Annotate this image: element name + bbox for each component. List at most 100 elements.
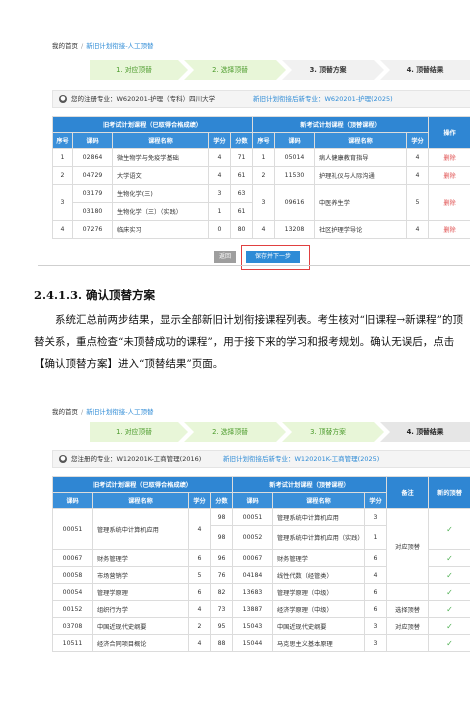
col-header: 序号: [52, 132, 73, 149]
cell: 10511: [52, 634, 93, 652]
cell: 04184: [232, 566, 273, 584]
remark-cell: 对应顶替: [386, 617, 430, 635]
cell: 00051: [232, 508, 273, 526]
cell: 财务管理学: [92, 549, 189, 567]
step-1-label: 1. 对应顶替: [116, 428, 152, 436]
cell: 61: [230, 202, 253, 221]
cell: 4: [406, 148, 429, 167]
col-header: 学分: [406, 132, 429, 149]
step-arrow: [276, 60, 286, 80]
cell: 00067: [52, 549, 93, 567]
cell: 76: [210, 566, 233, 584]
cell: 00054: [52, 583, 93, 601]
cell: 社区护理学导论: [314, 220, 407, 239]
cell: 4: [406, 220, 429, 239]
step-2-label: 2. 选择顶替: [212, 66, 248, 74]
breadcrumb-current[interactable]: 新旧计划衔接-人工顶替: [86, 42, 153, 50]
col-header: 分数: [210, 492, 233, 509]
cell: 0: [208, 220, 231, 239]
delete-link[interactable]: 删除: [428, 166, 470, 185]
cell: 3: [252, 184, 275, 221]
table-row: 2 04729 大学语文 4 61 2 11530 护理礼仪与人际沟通 4 删除: [52, 166, 470, 185]
cell: 4: [52, 220, 73, 239]
new-plan-header: 新考试计划课程（顶替课程）: [252, 116, 429, 133]
check-icon: ✓: [428, 617, 470, 635]
step-arrow: [374, 60, 384, 80]
cell: 护理礼仪与人际沟通: [314, 166, 407, 185]
cell: 2: [52, 166, 73, 185]
section-paragraph: 系统汇总前两步结果，显示全部新旧计划衔接课程列表。考生核对“旧课程→新课程”的顶…: [34, 309, 464, 375]
breadcrumb-home[interactable]: 我的首页: [52, 42, 78, 50]
cell: 00067: [232, 549, 273, 567]
cell: 3: [363, 617, 388, 635]
cell: 95: [210, 617, 233, 635]
major-info-bar: ● 您的注册专业：W620201-护理（专科）四川大学 新旧计划衔接后新专业：W6…: [52, 90, 470, 108]
col-header: 序号: [252, 132, 275, 149]
cell: 4: [188, 508, 211, 550]
operate-header: 操作: [428, 116, 470, 149]
cell: 61: [230, 166, 253, 185]
step-arrow: [178, 60, 188, 80]
cell: 3: [208, 184, 231, 203]
cell: 生物化学(三): [112, 184, 209, 203]
cell: 98: [210, 525, 233, 550]
col-header: 学分: [363, 492, 388, 509]
cell: 04729: [72, 166, 113, 185]
remark-cell: 对应顶替: [386, 508, 430, 584]
table-row: 00152 组织行为学 4 73 13887 经济学原理（中级） 6 选择顶替 …: [52, 600, 470, 618]
check-icon: ✓: [428, 549, 470, 567]
step-arrow: [178, 422, 188, 442]
cell: 6: [188, 583, 211, 601]
breadcrumb-current[interactable]: 新旧计划衔接-人工顶替: [86, 408, 153, 416]
back-button[interactable]: 返回: [214, 251, 236, 263]
cell: 经济学原理（中级）: [272, 600, 365, 618]
step-1-label: 1. 对应顶替: [116, 66, 152, 74]
remark-cell: 选择顶替: [386, 600, 430, 618]
cell: 6: [363, 583, 388, 601]
check-icon: ✓: [428, 508, 470, 550]
cell: 病人健康教育指导: [314, 148, 407, 167]
new-major: 新旧计划衔接后新专业：W120201K-工商管理(2025): [223, 455, 380, 463]
table-row: 3 03179 生物化学(三) 3 63 3 09616 中医养生学 5 删除: [52, 184, 470, 221]
cell: 3: [363, 508, 388, 526]
step-3-label: 3. 顶替方案: [310, 428, 346, 436]
col-header: 课码: [274, 132, 315, 149]
cell: 98: [210, 508, 233, 526]
cell: 09616: [274, 184, 315, 221]
screenshot-border: [38, 265, 470, 266]
step-3: 3. 顶替方案: [282, 422, 384, 442]
cell: 15044: [232, 634, 273, 652]
cell: 线性代数（经管类）: [272, 566, 365, 584]
cell: 00058: [52, 566, 93, 584]
step-1: 1. 对应顶替: [90, 422, 188, 442]
cell: 组织行为学: [92, 600, 189, 618]
cell: 财务管理学: [272, 549, 365, 567]
delete-link[interactable]: 删除: [428, 220, 470, 239]
cell: 1: [52, 148, 73, 167]
col-header: 课码: [72, 132, 113, 149]
remark-cell: [386, 634, 430, 652]
remark-cell: [386, 583, 430, 601]
cell: 中国近现代史纲要: [272, 617, 365, 635]
cell: 13208: [274, 220, 315, 239]
step-arrow: [374, 422, 384, 442]
step-arrow: [276, 422, 286, 442]
cell: 马克思主义基本原理: [272, 634, 365, 652]
col-header: 分数: [230, 132, 253, 149]
step-2: 2. 选择顶替: [184, 422, 286, 442]
action-bar: 返回 保存并下一步: [38, 245, 470, 273]
table-row: 00051 管理系统中计算机应用 4 98 00051 管理系统中计算机应用 3…: [52, 508, 470, 584]
step-4: 4. 顶替结果: [380, 60, 470, 80]
course-result-table: 旧考试计划课程（已取得合格成绩） 新考试计划课程（顶替课程） 备注 新的顶替 课…: [52, 476, 470, 652]
breadcrumb-home[interactable]: 我的首页: [52, 408, 78, 416]
delete-link[interactable]: 删除: [428, 184, 470, 221]
delete-link[interactable]: 删除: [428, 148, 470, 167]
step-progress: 1. 对应顶替 2. 选择顶替 3. 顶替方案 4. 顶替结果: [90, 422, 470, 442]
cell: 4: [188, 634, 211, 652]
cell: 生物化学（三）（实践）: [112, 202, 209, 221]
col-header: 学分: [188, 492, 211, 509]
info-icon: ●: [59, 455, 67, 463]
breadcrumb: 我的首页 / 新旧计划衔接-人工顶替: [38, 404, 470, 420]
step-3-label: 3. 顶替方案: [309, 66, 347, 74]
save-next-button[interactable]: 保存并下一步: [246, 251, 300, 263]
